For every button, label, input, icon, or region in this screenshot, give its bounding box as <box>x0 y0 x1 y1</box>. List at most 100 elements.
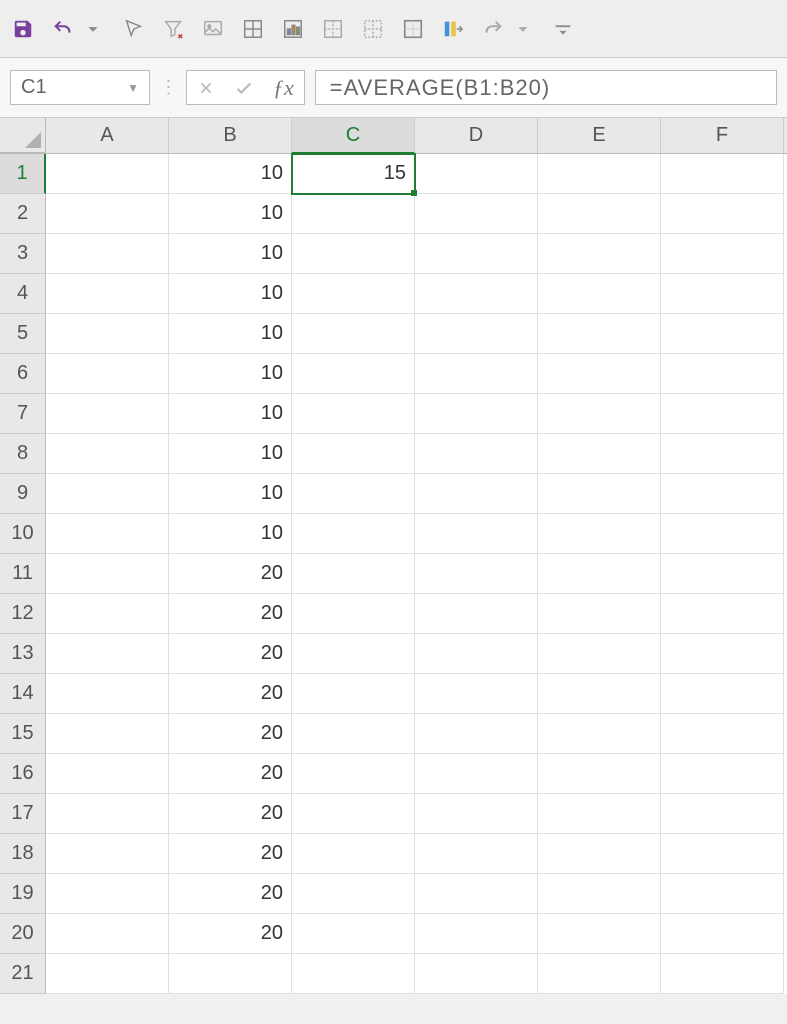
cell-B3[interactable]: 10 <box>169 234 292 274</box>
cell-E2[interactable] <box>538 194 661 234</box>
cell-E10[interactable] <box>538 514 661 554</box>
cell-A1[interactable] <box>46 154 169 194</box>
cell-D16[interactable] <box>415 754 538 794</box>
cell-B5[interactable]: 10 <box>169 314 292 354</box>
redo-dropdown-icon[interactable] <box>512 18 534 40</box>
row-header[interactable]: 13 <box>0 634 46 674</box>
cell-C3[interactable] <box>292 234 415 274</box>
row-header[interactable]: 21 <box>0 954 46 994</box>
row-header[interactable]: 4 <box>0 274 46 314</box>
name-box-dropdown-icon[interactable]: ▼ <box>127 81 139 95</box>
cell-D3[interactable] <box>415 234 538 274</box>
cell-D1[interactable] <box>415 154 538 194</box>
row-header[interactable]: 9 <box>0 474 46 514</box>
cell-B20[interactable]: 20 <box>169 914 292 954</box>
cell-C9[interactable] <box>292 474 415 514</box>
cell-E16[interactable] <box>538 754 661 794</box>
cell-A6[interactable] <box>46 354 169 394</box>
cell-E14[interactable] <box>538 674 661 714</box>
row-header[interactable]: 17 <box>0 794 46 834</box>
cell-C17[interactable] <box>292 794 415 834</box>
cell-C19[interactable] <box>292 874 415 914</box>
cell-F3[interactable] <box>661 234 784 274</box>
cell-E21[interactable] <box>538 954 661 994</box>
cell-B19[interactable]: 20 <box>169 874 292 914</box>
cell-E15[interactable] <box>538 714 661 754</box>
cell-C18[interactable] <box>292 834 415 874</box>
cell-F6[interactable] <box>661 354 784 394</box>
cell-F10[interactable] <box>661 514 784 554</box>
cell-E4[interactable] <box>538 274 661 314</box>
cell-A13[interactable] <box>46 634 169 674</box>
cell-D4[interactable] <box>415 274 538 314</box>
row-header[interactable]: 3 <box>0 234 46 274</box>
cell-F21[interactable] <box>661 954 784 994</box>
cell-D5[interactable] <box>415 314 538 354</box>
cell-D7[interactable] <box>415 394 538 434</box>
cell-F2[interactable] <box>661 194 784 234</box>
cell-C4[interactable] <box>292 274 415 314</box>
cell-B8[interactable]: 10 <box>169 434 292 474</box>
cell-E1[interactable] <box>538 154 661 194</box>
cell-E3[interactable] <box>538 234 661 274</box>
cell-D19[interactable] <box>415 874 538 914</box>
cell-F17[interactable] <box>661 794 784 834</box>
cell-B11[interactable]: 20 <box>169 554 292 594</box>
cell-A20[interactable] <box>46 914 169 954</box>
cell-A11[interactable] <box>46 554 169 594</box>
cell-B14[interactable]: 20 <box>169 674 292 714</box>
row-header[interactable]: 8 <box>0 434 46 474</box>
cell-E13[interactable] <box>538 634 661 674</box>
cell-B7[interactable]: 10 <box>169 394 292 434</box>
cell-C1[interactable]: 15 <box>292 154 415 194</box>
cell-C14[interactable] <box>292 674 415 714</box>
cell-D12[interactable] <box>415 594 538 634</box>
cell-E8[interactable] <box>538 434 661 474</box>
border-all-icon[interactable] <box>242 18 264 40</box>
cell-E7[interactable] <box>538 394 661 434</box>
cell-F4[interactable] <box>661 274 784 314</box>
cell-F18[interactable] <box>661 834 784 874</box>
row-header[interactable]: 10 <box>0 514 46 554</box>
col-header-F[interactable]: F <box>661 118 784 153</box>
cell-A3[interactable] <box>46 234 169 274</box>
cell-E5[interactable] <box>538 314 661 354</box>
fx-icon[interactable]: ƒx <box>273 75 294 101</box>
cell-B10[interactable]: 10 <box>169 514 292 554</box>
row-header[interactable]: 11 <box>0 554 46 594</box>
cell-C5[interactable] <box>292 314 415 354</box>
spreadsheet-grid[interactable]: A B C D E F 1101521031041051061071081091… <box>0 118 787 994</box>
cell-B15[interactable]: 20 <box>169 714 292 754</box>
formula-input[interactable]: =AVERAGE(B1:B20) <box>315 70 777 105</box>
cell-D2[interactable] <box>415 194 538 234</box>
cell-F20[interactable] <box>661 914 784 954</box>
cell-A4[interactable] <box>46 274 169 314</box>
cell-A17[interactable] <box>46 794 169 834</box>
cell-A19[interactable] <box>46 874 169 914</box>
cell-E6[interactable] <box>538 354 661 394</box>
overflow-icon[interactable] <box>552 18 574 40</box>
cell-B1[interactable]: 10 <box>169 154 292 194</box>
cell-B12[interactable]: 20 <box>169 594 292 634</box>
cell-C15[interactable] <box>292 714 415 754</box>
cell-C8[interactable] <box>292 434 415 474</box>
cursor-icon[interactable] <box>122 18 144 40</box>
cell-A9[interactable] <box>46 474 169 514</box>
cell-D17[interactable] <box>415 794 538 834</box>
undo-dropdown-icon[interactable] <box>82 18 104 40</box>
cell-E17[interactable] <box>538 794 661 834</box>
row-header[interactable]: 15 <box>0 714 46 754</box>
chart-icon[interactable] <box>282 18 304 40</box>
row-header[interactable]: 20 <box>0 914 46 954</box>
row-header[interactable]: 14 <box>0 674 46 714</box>
cell-C2[interactable] <box>292 194 415 234</box>
select-all-corner[interactable] <box>0 118 46 153</box>
row-header[interactable]: 6 <box>0 354 46 394</box>
cell-E12[interactable] <box>538 594 661 634</box>
cell-F5[interactable] <box>661 314 784 354</box>
col-header-D[interactable]: D <box>415 118 538 153</box>
image-icon[interactable] <box>202 18 224 40</box>
cell-E19[interactable] <box>538 874 661 914</box>
cell-A18[interactable] <box>46 834 169 874</box>
cell-B4[interactable]: 10 <box>169 274 292 314</box>
